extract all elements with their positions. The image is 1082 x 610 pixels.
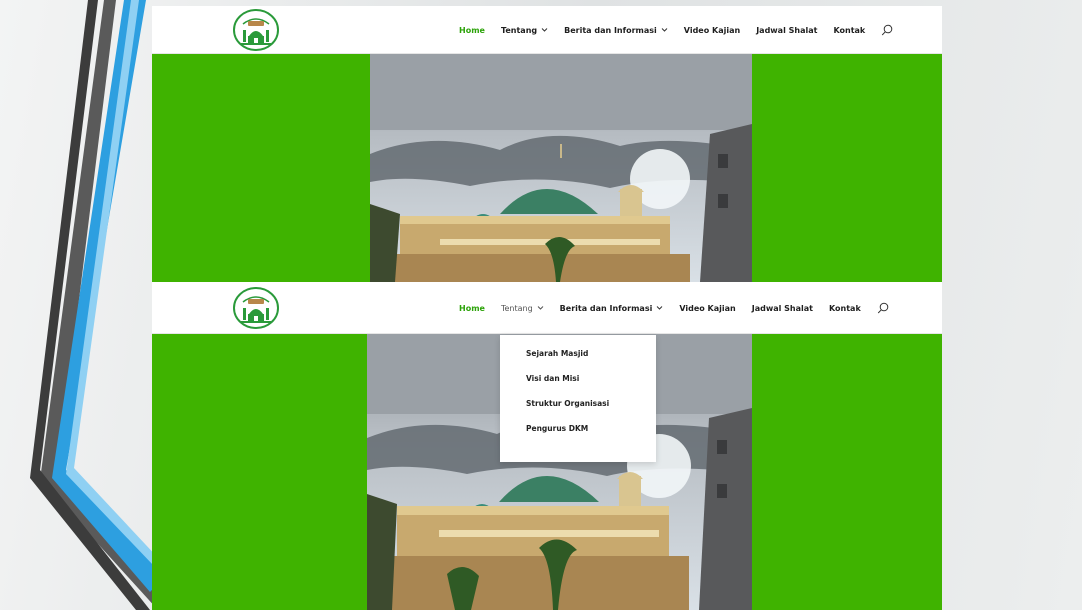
nav-home-label: Home xyxy=(459,303,485,313)
main-nav: Home Tentang Berita dan Informasi Video … xyxy=(459,282,889,334)
nav-jadwal-shalat[interactable]: Jadwal Shalat xyxy=(752,304,813,313)
website-screenshot-default: Home Tentang Berita dan Informasi Video … xyxy=(152,6,942,282)
site-header: Home Tentang Berita dan Informasi Video … xyxy=(152,6,942,54)
website-screenshot-dropdown: Home Tentang Berita dan Informasi Video … xyxy=(152,282,942,610)
nav-video-label: Video Kajian xyxy=(683,25,741,35)
mosque-logo-icon[interactable] xyxy=(232,8,280,52)
nav-jadwal-label: Jadwal Shalat xyxy=(756,25,818,35)
chevron-down-icon xyxy=(661,28,668,32)
site-header: Home Tentang Berita dan Informasi Video … xyxy=(152,282,942,334)
nav-berita[interactable]: Berita dan Informasi xyxy=(560,304,664,313)
dropdown-item-struktur-organisasi[interactable]: Struktur Organisasi xyxy=(526,399,656,424)
dropdown-item-sejarah-masjid[interactable]: Sejarah Masjid xyxy=(526,349,656,374)
nav-berita[interactable]: Berita dan Informasi xyxy=(564,26,668,35)
dropdown-item-pengurus-dkm[interactable]: Pengurus DKM xyxy=(526,424,656,449)
search-icon[interactable] xyxy=(881,24,893,36)
nav-tentang[interactable]: Tentang xyxy=(501,26,548,35)
nav-tentang-label: Tentang xyxy=(500,25,538,35)
nav-kontak[interactable]: Kontak xyxy=(829,304,861,313)
chevron-down-icon xyxy=(541,28,548,32)
nav-kontak[interactable]: Kontak xyxy=(833,26,865,35)
nav-jadwal-label: Jadwal Shalat xyxy=(751,303,813,313)
nav-home[interactable]: Home xyxy=(459,26,485,35)
nav-jadwal-shalat[interactable]: Jadwal Shalat xyxy=(756,26,817,35)
dropdown-item-visi-misi[interactable]: Visi dan Misi xyxy=(526,374,656,399)
slide-decoration xyxy=(30,0,170,610)
nav-berita-label: Berita dan Informasi xyxy=(564,25,657,35)
chevron-down-icon xyxy=(537,306,544,310)
mosque-logo-icon[interactable] xyxy=(232,286,280,330)
nav-tentang-label: Tentang xyxy=(500,303,533,313)
nav-home-label: Home xyxy=(459,25,485,35)
nav-kontak-label: Kontak xyxy=(828,303,861,313)
chevron-down-icon xyxy=(656,306,663,310)
nav-video-label: Video Kajian xyxy=(679,303,736,313)
nav-video-kajian[interactable]: Video Kajian xyxy=(679,304,735,313)
nav-home[interactable]: Home xyxy=(459,304,485,313)
main-nav: Home Tentang Berita dan Informasi Video … xyxy=(459,6,893,54)
tentang-dropdown-menu: Sejarah Masjid Visi dan Misi Struktur Or… xyxy=(500,335,656,462)
nav-kontak-label: Kontak xyxy=(833,25,866,35)
hero-mosque-photo xyxy=(370,54,752,282)
nav-berita-label: Berita dan Informasi xyxy=(559,303,653,313)
search-icon[interactable] xyxy=(877,302,889,314)
nav-tentang[interactable]: Tentang xyxy=(501,304,544,313)
nav-video-kajian[interactable]: Video Kajian xyxy=(684,26,740,35)
